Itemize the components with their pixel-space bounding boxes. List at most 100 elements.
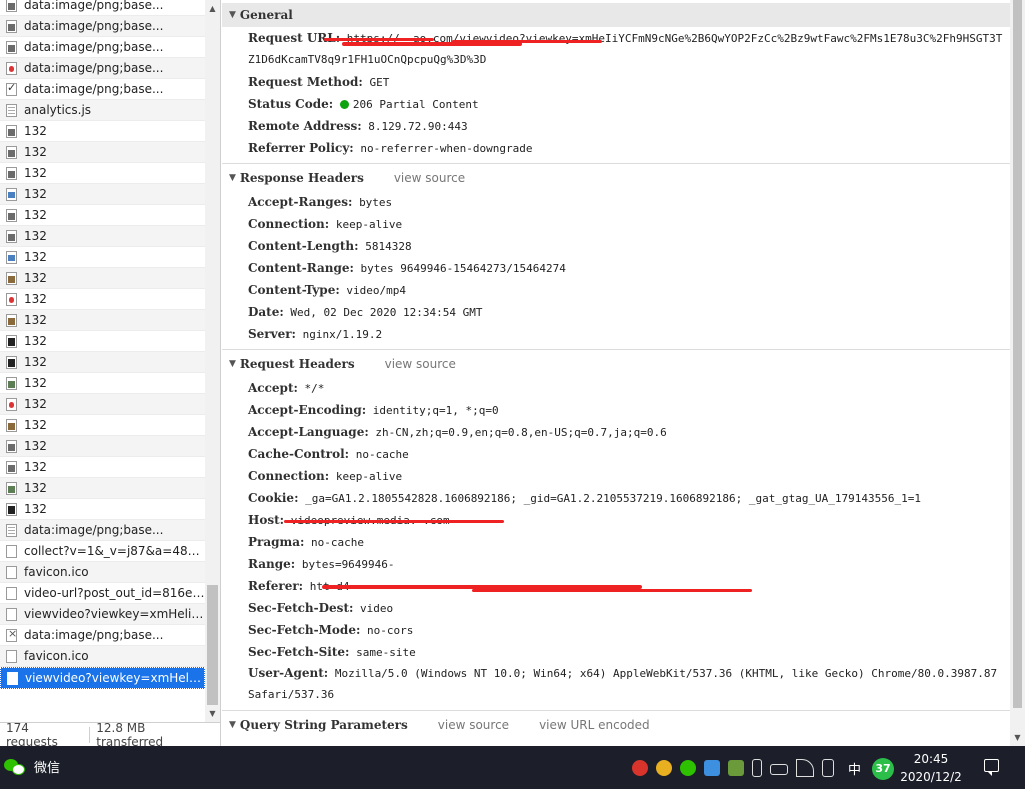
request-row[interactable]: 132: [0, 373, 205, 394]
request-row[interactable]: 132: [0, 247, 205, 268]
header-row: Connection: keep-alive: [248, 213, 1003, 236]
battery-icon[interactable]: [770, 764, 788, 775]
image-blue-icon: [6, 250, 17, 264]
request-row[interactable]: data:image/png;base...: [0, 625, 205, 646]
request-row[interactable]: 132: [0, 163, 205, 184]
request-view-source-link[interactable]: view source: [385, 357, 456, 371]
request-name: 132: [24, 187, 47, 201]
header-value: Wed, 02 Dec 2020 12:34:54 GMT: [290, 306, 483, 319]
header-row: Accept-Language: zh-CN,zh;q=0.9,en;q=0.8…: [248, 421, 1003, 444]
response-view-source-link[interactable]: view source: [394, 171, 465, 185]
request-row[interactable]: 132: [0, 205, 205, 226]
request-row[interactable]: favicon.ico: [0, 646, 205, 667]
request-row[interactable]: 132: [0, 478, 205, 499]
header-value: no-cache: [311, 536, 365, 549]
expand-triangle-icon[interactable]: ▼: [229, 173, 236, 183]
scroll-down-arrow-icon[interactable]: ▼: [1010, 729, 1025, 746]
clock-date: 2020/12/2: [900, 770, 962, 784]
header-value: keep-alive: [335, 218, 403, 231]
expand-triangle-icon[interactable]: ▼: [229, 10, 236, 20]
request-row[interactable]: 132: [0, 310, 205, 331]
request-row[interactable]: 132: [0, 121, 205, 142]
section-divider: [222, 163, 1010, 164]
clock-time: 20:45: [913, 752, 949, 766]
scroll-up-arrow-icon[interactable]: ▲: [205, 0, 220, 17]
request-row[interactable]: 132: [0, 457, 205, 478]
header-value: no-cache: [355, 448, 409, 461]
transferred-size: 12.8 MB transferred: [96, 720, 164, 749]
request-headers-section-header[interactable]: ▼ Request Headers view source: [222, 352, 1010, 376]
request-row[interactable]: 132: [0, 394, 205, 415]
expand-triangle-icon[interactable]: ▼: [229, 720, 236, 730]
request-row[interactable]: 132: [0, 184, 205, 205]
header-row: Date: Wed, 02 Dec 2020 12:34:54 GMT: [248, 301, 1003, 324]
header-name: Connection:: [248, 217, 330, 231]
app-tray-icon[interactable]: [728, 760, 744, 776]
query-string-section-header[interactable]: ▼ Query String Parameters view source vi…: [222, 713, 1010, 737]
request-row[interactable]: 132: [0, 436, 205, 457]
request-row[interactable]: 132: [0, 142, 205, 163]
image-thumb-icon: [6, 19, 17, 33]
image-x-icon: [6, 627, 17, 642]
request-row[interactable]: favicon.ico: [0, 562, 205, 583]
header-row: Sec-Fetch-Dest: video: [248, 597, 1003, 620]
request-list-scrollbar[interactable]: ▲ ▼: [205, 0, 220, 722]
wechat-tray-icon[interactable]: [680, 760, 696, 776]
request-row[interactable]: 132: [0, 415, 205, 436]
header-value: nginx/1.19.2: [302, 328, 383, 341]
image-green-icon: [6, 481, 17, 495]
app-tray-icon[interactable]: [656, 760, 672, 776]
image-thumb-icon: [6, 0, 17, 12]
system-clock[interactable]: 20:45 2020/12/2: [898, 750, 964, 786]
request-row-selected[interactable]: viewvideo?viewkey=xmHeliYCFm...: [0, 667, 205, 689]
usb-device-icon[interactable]: [752, 759, 762, 777]
request-name: 132: [24, 418, 47, 432]
general-section-header[interactable]: ▼ General: [222, 3, 1010, 27]
response-headers-section-header[interactable]: ▼ Response Headers view source: [222, 166, 1010, 190]
action-center-icon[interactable]: [984, 759, 999, 776]
request-row[interactable]: data:image/png;base...: [0, 16, 205, 37]
header-row: Content-Type: video/mp4: [248, 279, 1003, 302]
query-view-source-link[interactable]: view source: [438, 718, 509, 732]
header-value: identity;q=1, *;q=0: [372, 404, 499, 417]
image-brown-icon: [6, 313, 17, 327]
wechat-taskbar-button[interactable]: 微信: [4, 757, 60, 776]
request-name: 132: [24, 208, 47, 222]
request-row[interactable]: 132: [0, 289, 205, 310]
qq-icon[interactable]: [632, 760, 648, 776]
header-value: no-cors: [367, 624, 414, 637]
request-row[interactable]: 132: [0, 226, 205, 247]
user-agent-value: Mozilla/5.0 (Windows NT 10.0; Win64; x64…: [248, 667, 998, 701]
view-url-encoded-link[interactable]: view URL encoded: [539, 718, 650, 732]
details-scrollbar[interactable]: ▼: [1010, 0, 1025, 746]
app-tray-icon[interactable]: [704, 760, 720, 776]
header-row: Range: bytes=9649946-: [248, 553, 1003, 576]
scroll-down-arrow-icon[interactable]: ▼: [205, 705, 220, 722]
request-row[interactable]: video-url?post_out_id=816ed63af: [0, 583, 205, 604]
request-row[interactable]: 132: [0, 331, 205, 352]
request-row[interactable]: collect?v=1&_v=j87&a=48780791: [0, 541, 205, 562]
request-row[interactable]: 132: [0, 268, 205, 289]
request-row[interactable]: data:image/png;base...: [0, 79, 205, 100]
request-row[interactable]: viewvideo?viewkey=xmHeliYCFm...: [0, 604, 205, 625]
request-row[interactable]: 132: [0, 352, 205, 373]
details-scroll-thumb[interactable]: [1013, 0, 1022, 708]
expand-triangle-icon[interactable]: ▼: [229, 359, 236, 369]
header-value: bytes=9649946-: [301, 558, 395, 571]
request-row[interactable]: analytics.js: [0, 100, 205, 121]
request-name: 132: [24, 376, 47, 390]
header-value: 5814328: [365, 240, 412, 253]
request-row[interactable]: data:image/png;base...: [0, 37, 205, 58]
volume-icon[interactable]: [822, 759, 834, 777]
request-row[interactable]: 132: [0, 499, 205, 520]
wifi-icon[interactable]: [796, 759, 814, 777]
request-row[interactable]: data:image/png;base...: [0, 58, 205, 79]
scroll-thumb[interactable]: [207, 585, 218, 705]
header-value: video/mp4: [346, 284, 406, 297]
ime-indicator[interactable]: 中: [848, 759, 861, 778]
image-dark-icon: [6, 334, 17, 348]
redaction-mark: [324, 38, 434, 41]
notification-count-badge[interactable]: 37: [872, 758, 894, 780]
request-row[interactable]: data:image/png;base...: [0, 520, 205, 541]
request-row[interactable]: data:image/png;base...: [0, 0, 205, 16]
